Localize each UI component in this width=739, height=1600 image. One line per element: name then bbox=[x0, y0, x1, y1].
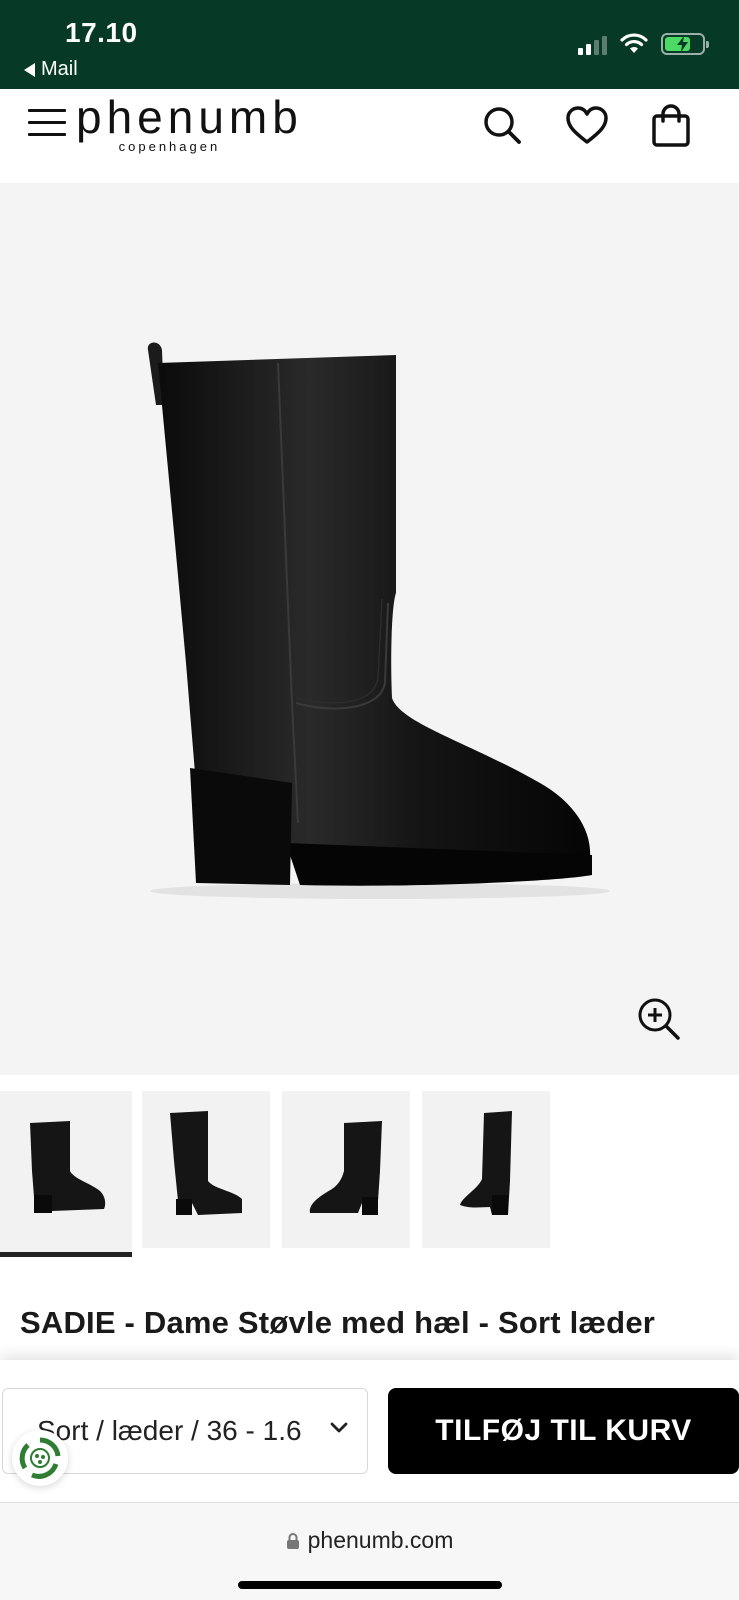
site-header: phenumb copenhagen bbox=[0, 89, 739, 183]
thumbnail-2[interactable] bbox=[142, 1091, 270, 1248]
lock-icon bbox=[286, 1532, 299, 1549]
signal-icon bbox=[578, 33, 607, 55]
heart-icon[interactable] bbox=[564, 103, 610, 149]
active-thumbnail-indicator bbox=[0, 1252, 132, 1257]
thumbnail-strip bbox=[0, 1091, 739, 1257]
eco-recycle-badge-icon[interactable] bbox=[12, 1430, 68, 1486]
battery-icon bbox=[661, 33, 709, 55]
browser-address-bar: phenumb.com bbox=[0, 1502, 739, 1600]
zoom-icon[interactable] bbox=[636, 996, 682, 1042]
boot-thumbnail-image bbox=[309, 1121, 382, 1215]
status-icons bbox=[578, 33, 709, 55]
variant-selected-value: Sort / læder / 36 - 1.6 bbox=[37, 1415, 302, 1446]
add-to-cart-button[interactable]: TILFØJ TIL KURV bbox=[388, 1388, 739, 1474]
thumbnail-1[interactable] bbox=[0, 1091, 132, 1257]
boot-thumbnail-image bbox=[170, 1111, 242, 1215]
chevron-down-icon bbox=[330, 1422, 348, 1433]
url-text: phenumb.com bbox=[307, 1527, 454, 1553]
back-to-mail-link[interactable]: Mail bbox=[24, 58, 78, 81]
menu-icon[interactable] bbox=[28, 109, 66, 141]
search-icon[interactable] bbox=[480, 103, 526, 149]
logo-wordmark: phenumb bbox=[76, 91, 303, 143]
product-title: SADIE - Dame Støvle med hæl - Sort læder bbox=[20, 1305, 656, 1340]
boot-thumbnail-image bbox=[460, 1111, 512, 1215]
url-field[interactable]: phenumb.com bbox=[0, 1527, 739, 1554]
wifi-icon bbox=[620, 33, 648, 53]
boot-thumbnail-image bbox=[30, 1121, 106, 1213]
status-bar: 17.10 Mail bbox=[0, 0, 739, 89]
add-to-cart-bar: Sort / læder / 36 - 1.6 TILFØJ TIL KURV bbox=[0, 1360, 739, 1502]
logo[interactable]: phenumb copenhagen bbox=[76, 91, 303, 154]
home-indicator[interactable] bbox=[238, 1581, 502, 1589]
boot-image bbox=[147, 342, 610, 899]
back-arrow-icon bbox=[24, 62, 35, 77]
thumbnail-3[interactable] bbox=[282, 1091, 410, 1248]
back-label: Mail bbox=[41, 58, 78, 80]
bag-icon[interactable] bbox=[648, 103, 694, 149]
thumbnail-4[interactable] bbox=[422, 1091, 550, 1248]
status-time: 17.10 bbox=[65, 17, 138, 48]
product-image-gallery[interactable] bbox=[0, 183, 739, 1075]
